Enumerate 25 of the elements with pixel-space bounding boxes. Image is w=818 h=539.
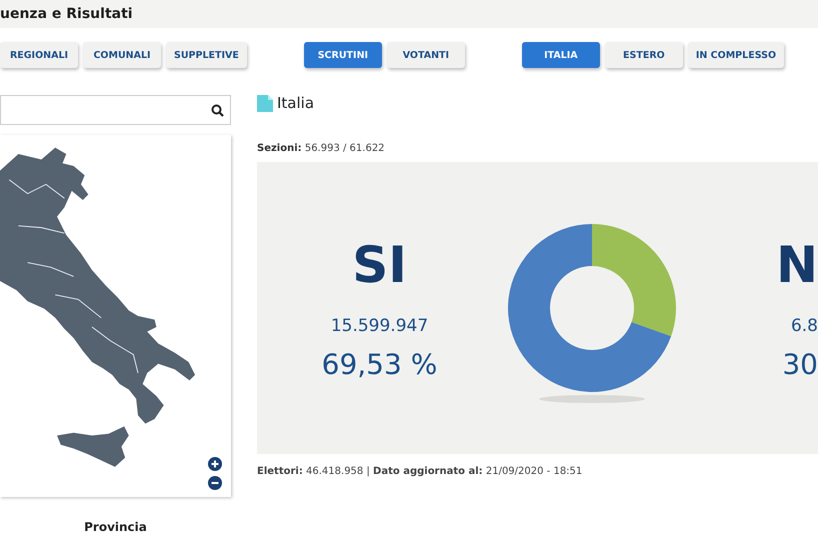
filter-button[interactable]: SUPPLETIVE [166,42,247,68]
vote-count: 15.599.947 [330,316,428,336]
filter-button[interactable]: COMUNALI [83,42,161,68]
vote-percent: 30 [782,348,818,380]
italy-map-drawing[interactable] [0,148,196,467]
zoom-in-icon[interactable] [208,457,222,471]
search-field[interactable] [0,95,231,125]
document-icon [257,94,273,112]
filter-button[interactable]: IN COMPLESSO [688,42,784,68]
filter-button[interactable]: ESTERO [604,42,683,68]
sections-text: Sezioni: 56.993 / 61.622 [257,143,386,154]
search-icon[interactable] [211,104,224,116]
option-label: N [776,236,818,294]
vote-count: 6.8 [790,316,818,336]
vote-percent: 69,53 % [322,348,438,380]
page-title: uenza e Risultati [0,6,133,22]
zoom-out-icon[interactable] [208,476,222,490]
filter-button[interactable]: SCRUTINI [304,42,382,68]
map-label: Provincia [84,520,147,534]
filter-button[interactable]: ITALIA [522,42,600,68]
option-label: SI [352,236,407,294]
filter-button[interactable]: VOTANTI [386,42,465,68]
area-title: Italia [277,94,314,112]
voters-update-text: Elettori: 46.418.958 | Dato aggiornato al: 21/09/2020 - 18:51 [257,466,584,477]
filter-button[interactable]: REGIONALI [0,42,78,68]
